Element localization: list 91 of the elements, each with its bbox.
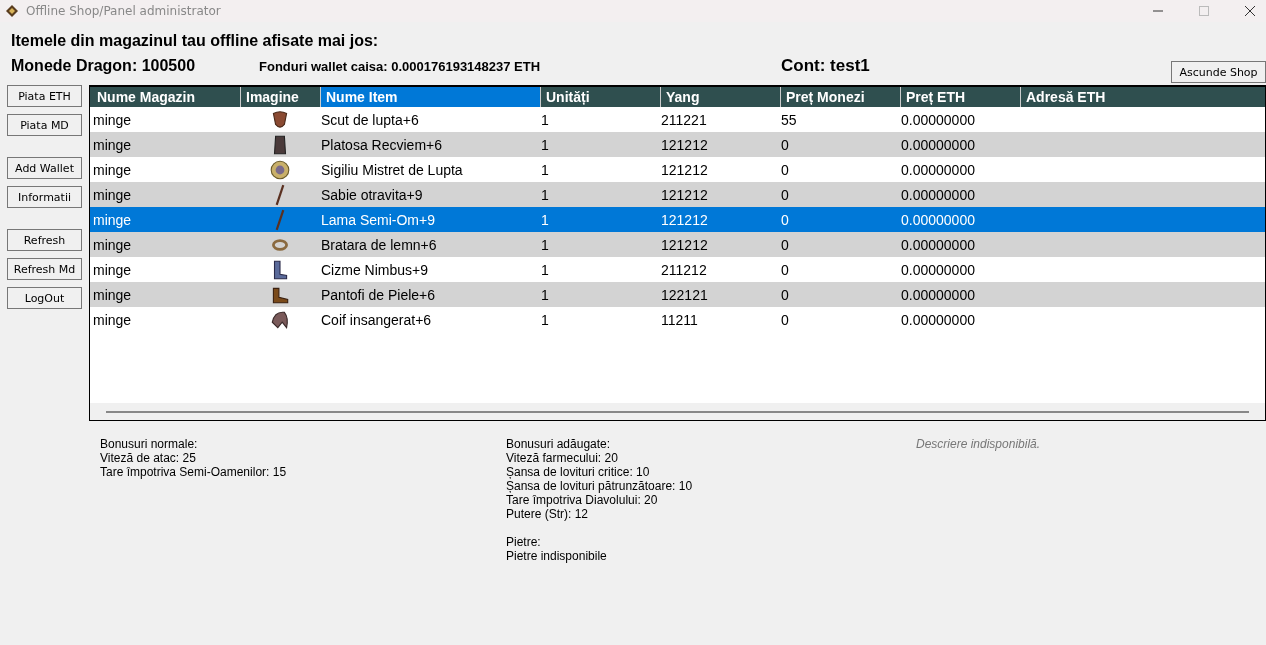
side-button[interactable]: Piata MD	[7, 114, 82, 136]
table-cell: minge	[93, 161, 132, 178]
table-cell: minge	[93, 261, 132, 278]
table-cell: 55	[781, 111, 797, 128]
table-cell: 1	[541, 211, 549, 228]
table-cell: minge	[93, 136, 132, 153]
table-cell: 0	[781, 161, 789, 178]
table-cell: 211212	[661, 261, 707, 278]
stones-line: Pietre:	[506, 535, 542, 549]
bonus-line: Viteză de atac: 25	[100, 451, 197, 465]
table-row[interactable]: minge Lama Semi-Om+9 1 121212 0 0.00000000	[90, 207, 1265, 232]
table-cell: 1	[541, 311, 549, 328]
table-row[interactable]: minge Bratara de lemn+6 1 121212 0 0.00000000	[90, 232, 1265, 257]
table-cell: 0.00000000	[901, 211, 975, 228]
column-header[interactable]: Nume Magazin	[92, 87, 240, 107]
table-cell: minge	[93, 311, 132, 328]
maximize-icon[interactable]	[1198, 5, 1210, 17]
hide-shop-button[interactable]: Ascunde Shop	[1171, 61, 1266, 83]
table-cell: 122121	[661, 286, 708, 303]
bonus-line: Tare împotriva Semi-Oamenilor: 15	[100, 465, 288, 479]
side-button[interactable]: LogOut	[7, 287, 82, 309]
table-cell: 11211	[661, 311, 698, 328]
table-cell: 1	[541, 136, 549, 153]
table-cell: Pantofi de Piele+6	[321, 286, 436, 303]
bonus-line: Viteză farmecului: 20	[506, 451, 619, 465]
bonus-line: Bonusuri adăugate:	[506, 437, 612, 451]
table-cell: Coif insangerat+6	[321, 311, 432, 328]
table-row[interactable]: minge Sabie otravita+9 1 121212 0 0.00000000	[90, 182, 1265, 207]
table-cell: Sigiliu Mistret de Lupta	[321, 161, 463, 178]
table-cell: 0	[781, 211, 789, 228]
table-cell: minge	[93, 111, 132, 128]
table-cell: minge	[93, 236, 132, 253]
table-cell: 0.00000000	[901, 261, 975, 278]
heading: Itemele din magazinul tau offline afisate mai jos:	[11, 32, 380, 50]
table-cell: 0	[781, 286, 789, 303]
bonus-line: Tare împotriva Diavolului: 20	[506, 493, 659, 507]
table-cell: minge	[93, 186, 132, 203]
table-cell: 1	[541, 111, 549, 128]
table-cell: Scut de lupta+6	[321, 111, 419, 128]
side-button[interactable]: Refresh	[7, 229, 82, 251]
table-cell: Bratara de lemn+6	[321, 236, 437, 253]
table-cell: 0	[781, 236, 789, 253]
account-label: Cont: test1	[781, 56, 870, 76]
table-cell: 121212	[661, 161, 708, 178]
table-cell: 0.00000000	[901, 186, 975, 203]
bonus-line: Bonusuri normale:	[100, 437, 199, 451]
close-icon[interactable]	[1244, 5, 1256, 17]
table-cell: 0	[781, 186, 789, 203]
table-cell: 211221	[661, 111, 707, 128]
table-cell: Sabie otravita+9	[321, 186, 423, 203]
seal-icon	[268, 158, 291, 181]
table-cell: 1	[541, 161, 549, 178]
side-button[interactable]: Informatii	[7, 186, 82, 208]
table-cell: 0.00000000	[901, 161, 975, 178]
window-title: Offline Shop/Panel administrator	[26, 4, 221, 18]
table-cell: 121212	[661, 211, 708, 228]
side-button[interactable]: Refresh Md	[7, 258, 82, 280]
wallet-funds-label: Fonduri wallet caisa: 0.000176193148237 ETH	[259, 59, 542, 74]
table-cell: 0.00000000	[901, 111, 975, 128]
table-cell: 121212	[661, 136, 708, 153]
app-icon	[5, 4, 19, 18]
table-cell: 1	[541, 186, 549, 203]
table-row[interactable]: minge Platosa Recviem+6 1 121212 0 0.00000000	[90, 132, 1265, 157]
table-cell: 0	[781, 136, 789, 153]
table-cell: 1	[541, 261, 549, 278]
bonus-line: Șansa de lovituri critice: 10	[506, 465, 651, 479]
side-button[interactable]: Add Wallet	[7, 157, 82, 179]
table-cell: 0.00000000	[901, 236, 975, 253]
table-cell: 121212	[661, 236, 708, 253]
coins-label: Monede Dragon: 100500	[11, 57, 197, 75]
table-cell: 0.00000000	[901, 136, 975, 153]
horizontal-scrollbar[interactable]	[90, 403, 1265, 420]
description-text: Descriere indisponibilă.	[916, 437, 1041, 451]
stones-line: Pietre indisponibile	[506, 549, 608, 563]
table-cell: 121212	[661, 186, 708, 203]
table-cell: 0	[781, 311, 789, 328]
table-cell: 0.00000000	[901, 311, 975, 328]
table-cell: minge	[93, 286, 132, 303]
bonus-line: Putere (Str): 12	[506, 507, 590, 521]
table-cell: 1	[541, 236, 549, 253]
table-cell: Cizme Nimbus+9	[321, 261, 428, 278]
table-cell: 0	[781, 261, 789, 278]
table-cell: Lama Semi-Om+9	[321, 211, 435, 228]
table-cell: minge	[93, 211, 132, 228]
table-cell: 0.00000000	[901, 286, 975, 303]
table-row[interactable]: minge Pantofi de Piele+6 1 122121 0 0.00000000	[90, 282, 1265, 307]
column-header[interactable]: Nume Item	[320, 87, 540, 107]
bonus-line: Șansa de lovituri pătrunzătoare: 10	[506, 479, 694, 493]
table-cell: 1	[541, 286, 549, 303]
table-cell: Platosa Recviem+6	[321, 136, 442, 153]
side-button[interactable]: Piata ETH	[7, 85, 82, 107]
